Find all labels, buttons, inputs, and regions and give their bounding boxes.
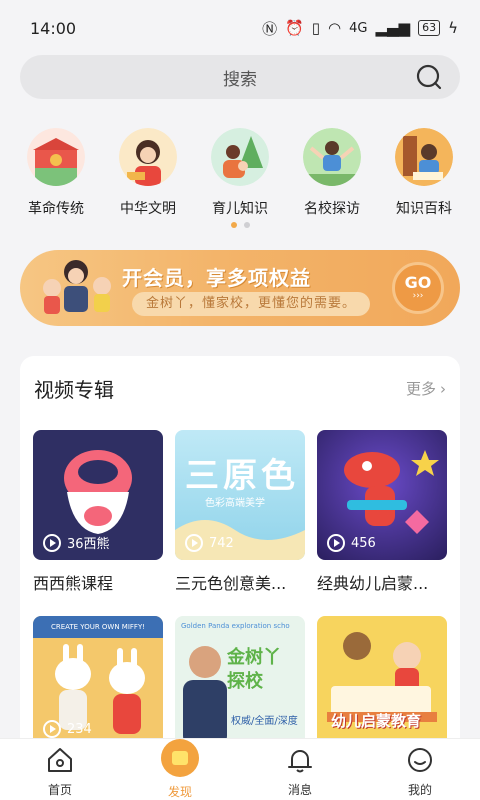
search-input[interactable]: 搜索	[20, 55, 460, 99]
revolution-illustration-icon	[27, 128, 85, 186]
play-badge: 456	[327, 534, 376, 552]
banner-go-button[interactable]: GO ›››	[392, 262, 444, 314]
status-icons: Ⓝ ⏰ ▯ ◠ 4G ▂▄▆ 63 ϟ	[262, 18, 458, 39]
album-title: 视频专辑	[34, 378, 114, 402]
category-label: 知识百科	[396, 201, 452, 217]
parenting-illustration-icon	[211, 128, 269, 186]
album-thumbnail: CREATE YOUR OWN MIFFY! 234	[33, 616, 163, 746]
nav-messages[interactable]: 消息	[252, 739, 348, 800]
category-label: 名校探访	[304, 201, 360, 217]
search-icon[interactable]	[416, 64, 442, 90]
album-item[interactable]: Golden Panda exploration scho 金树丫探校 权威/全…	[175, 616, 305, 746]
album-item-title: 经典幼儿启蒙...	[317, 574, 429, 593]
album-item[interactable]: 456 经典幼儿启蒙...	[317, 430, 447, 594]
album-thumbnail: 36西熊	[33, 430, 163, 560]
family-illustration-icon	[43, 260, 111, 314]
profile-icon	[408, 748, 432, 772]
play-count: 742	[209, 535, 234, 551]
go-label: GO	[404, 273, 432, 292]
thumbnail-subtitle: 权威/全面/深度	[231, 716, 298, 727]
play-icon	[327, 534, 345, 552]
page-dot-active	[230, 222, 237, 228]
category-row: 革命传统 中华文明 育儿知识 名校探访 知识百科	[14, 128, 466, 218]
vibrate-icon: ▯	[311, 19, 321, 37]
thumbnail-header: CREATE YOUR OWN MIFFY!	[33, 616, 163, 638]
album-thumbnail: Golden Panda exploration scho 金树丫探校 权威/全…	[175, 616, 305, 746]
thumbnail-title: 金树丫探校	[227, 647, 281, 692]
nav-label: 首页	[47, 783, 72, 797]
signal-icon: ▂▄▆	[375, 19, 411, 37]
category-revolution[interactable]: 革命传统	[14, 128, 98, 218]
album-item[interactable]: CREATE YOUR OWN MIFFY! 234	[33, 616, 163, 746]
thumbnail-top-text: Golden Panda exploration scho	[181, 622, 290, 630]
category-chinese-civilization[interactable]: 中华文明	[106, 128, 190, 218]
school-visit-illustration-icon	[303, 128, 361, 186]
wifi-icon: ◠	[328, 19, 342, 37]
battery-icon: 63	[418, 20, 441, 36]
category-school-visit[interactable]: 名校探访	[290, 128, 374, 218]
play-badge: 742	[185, 534, 234, 552]
album-header: 视频专辑 更多 ›	[34, 374, 446, 404]
charging-icon: ϟ	[448, 19, 458, 37]
nav-label: 发现	[167, 785, 192, 799]
chevrons-icon: ›››	[412, 291, 424, 301]
network-type: 4G	[349, 20, 368, 36]
civilization-illustration-icon	[119, 128, 177, 186]
nav-home[interactable]: 首页	[12, 739, 108, 800]
page-dot	[243, 222, 250, 228]
discover-icon	[161, 739, 199, 777]
nfc-icon: Ⓝ	[262, 19, 278, 38]
nav-discover[interactable]: 发现	[132, 739, 228, 800]
video-album-section: 视频专辑 更多 › 36西熊 西西熊课程 三原色 色彩高端美学 742 三元色创…	[20, 356, 460, 756]
presenter-photo-icon	[183, 646, 227, 746]
play-badge: 234	[43, 720, 92, 738]
chevron-right-icon: ›	[440, 379, 446, 398]
category-label: 中华文明	[120, 201, 176, 217]
category-label: 革命传统	[28, 201, 84, 217]
banner-subtitle: 金树丫，懂家校，更懂您的需要。	[132, 292, 371, 316]
nav-profile[interactable]: 我的	[372, 739, 468, 800]
thumbnail-title: 三原色	[185, 456, 299, 496]
thumbnail-brand: 36西熊	[67, 537, 110, 552]
more-label: 更多	[405, 380, 436, 398]
status-bar: 14:00 Ⓝ ⏰ ▯ ◠ 4G ▂▄▆ 63 ϟ	[0, 0, 480, 56]
play-icon	[185, 534, 203, 552]
nav-label: 消息	[287, 783, 312, 797]
album-thumbnail: 三原色 色彩高端美学 742	[175, 430, 305, 560]
membership-banner[interactable]: 开会员，享多项权益 金树丫，懂家校，更懂您的需要。 GO ›››	[20, 250, 460, 326]
album-item-title: 三元色创意美...	[175, 574, 287, 593]
play-icon	[43, 720, 61, 738]
encyclopedia-illustration-icon	[395, 128, 453, 186]
play-badge: 36西熊	[43, 533, 110, 552]
more-link[interactable]: 更多 ›	[406, 378, 446, 399]
album-thumbnail: 456	[317, 430, 447, 560]
album-item[interactable]: 三原色 色彩高端美学 742 三元色创意美...	[175, 430, 305, 594]
play-count: 234	[67, 721, 92, 737]
status-time: 14:00	[30, 18, 77, 38]
nav-label: 我的	[407, 783, 432, 797]
category-label: 育儿知识	[212, 201, 268, 217]
home-icon	[48, 748, 72, 772]
album-item[interactable]: 36西熊 西西熊课程	[33, 430, 163, 594]
play-icon	[43, 533, 61, 552]
banner-title: 开会员，享多项权益	[122, 266, 311, 290]
thumbnail-title: 幼儿启蒙教育	[331, 712, 422, 730]
play-count: 456	[351, 535, 376, 551]
album-item-title: 西西熊课程	[33, 574, 114, 593]
category-page-indicator	[0, 222, 480, 228]
category-parenting[interactable]: 育儿知识	[198, 128, 282, 218]
category-encyclopedia[interactable]: 知识百科	[382, 128, 466, 218]
search-placeholder: 搜索	[223, 69, 257, 90]
thumbnail-subtitle: 色彩高端美学	[205, 498, 265, 509]
bottom-navigation: 首页 发现 消息 我的	[0, 738, 480, 800]
alarm-icon: ⏰	[285, 19, 304, 37]
album-thumbnail: 幼儿启蒙教育	[317, 616, 447, 746]
bell-icon	[288, 750, 312, 773]
album-item[interactable]: 幼儿启蒙教育	[317, 616, 447, 746]
